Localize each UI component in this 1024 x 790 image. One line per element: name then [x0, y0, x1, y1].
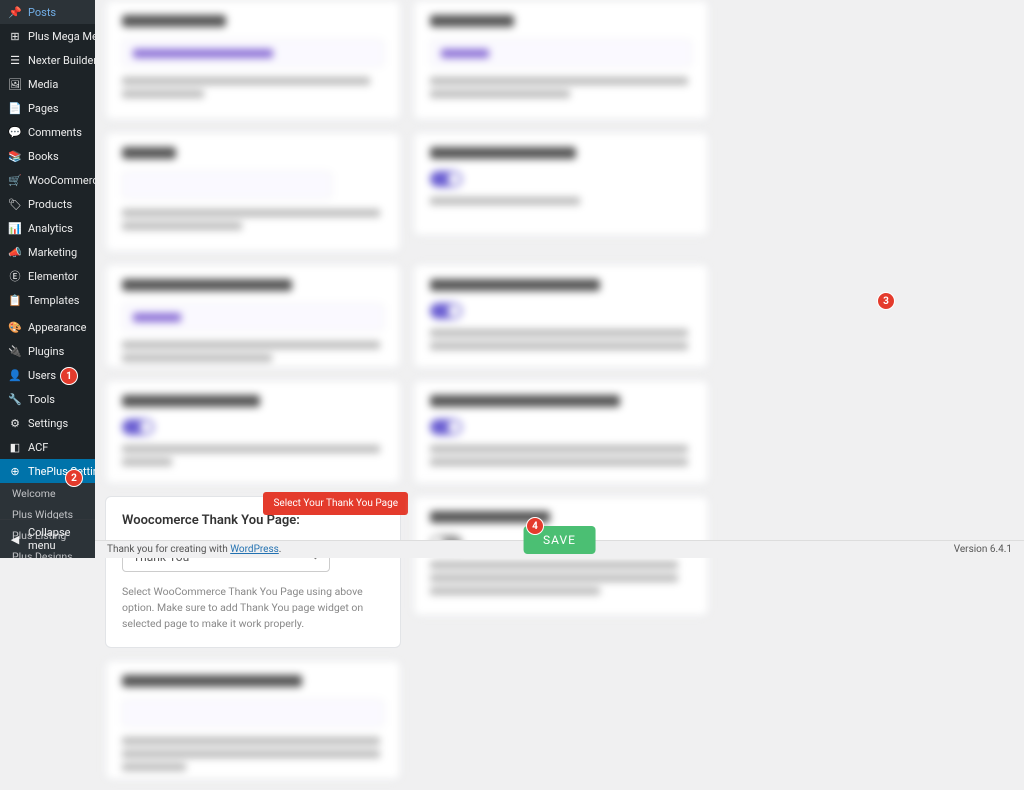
menu-icon: Ⓔ	[8, 269, 22, 283]
submenu-welcome[interactable]: Welcome	[0, 483, 95, 504]
sidebar-item-users[interactable]: 👤 Users	[0, 363, 95, 387]
sidebar-item-label: Tools	[28, 393, 55, 406]
card-help-text: Select WooCommerce Thank You Page using …	[122, 584, 384, 631]
sidebar-item-media[interactable]: 🖼 Media	[0, 72, 95, 96]
collapse-label: Collapse menu	[28, 526, 87, 552]
sidebar-item-label: ACF	[28, 441, 48, 454]
sidebar-item-label: Elementor	[28, 270, 78, 283]
settings-card	[105, 0, 401, 120]
footer-credit: Thank you for creating with WordPress.	[107, 544, 281, 555]
marker-2: 2	[65, 469, 83, 487]
settings-card	[413, 380, 709, 484]
card-title: Woocomerce Thank You Page:	[122, 513, 384, 528]
menu-icon: ☰	[8, 53, 22, 67]
sidebar-item-label: Analytics	[28, 222, 73, 235]
settings-card	[105, 660, 401, 780]
sidebar-item-analytics[interactable]: 📊 Analytics	[0, 216, 95, 240]
sidebar-item-label: Comments	[28, 126, 82, 139]
sidebar-item-label: Users	[28, 369, 56, 382]
sidebar-item-templates[interactable]: 📋 Templates	[0, 288, 95, 312]
tooltip-callout: Select Your Thank You Page	[263, 492, 408, 515]
menu-icon: 👤	[8, 368, 22, 382]
menu-icon: 💬	[8, 125, 22, 139]
sidebar-item-marketing[interactable]: 📣 Marketing	[0, 240, 95, 264]
footer-version: Version 6.4.1	[954, 544, 1012, 555]
sidebar-item-label: Appearance	[28, 321, 87, 334]
menu-icon: 🔌	[8, 344, 22, 358]
settings-card	[413, 264, 709, 368]
wordpress-link[interactable]: WordPress	[230, 544, 279, 555]
menu-icon: 🏷	[8, 197, 22, 211]
sidebar-item-nexter-builder[interactable]: ☰ Nexter Builder	[0, 48, 95, 72]
collapse-menu-button[interactable]: ◀ Collapse menu	[0, 519, 95, 558]
sidebar-item-plugins[interactable]: 🔌 Plugins	[0, 339, 95, 363]
sidebar-item-label: Plus Mega Menu	[28, 30, 95, 43]
sidebar-item-label: Templates	[28, 294, 79, 307]
menu-icon: 🎨	[8, 320, 22, 334]
plus-icon: ⊕	[8, 464, 22, 478]
sidebar-item-acf[interactable]: ◧ ACF	[0, 435, 95, 459]
menu-icon: 🛒	[8, 173, 22, 187]
menu-icon: ◧	[8, 440, 22, 454]
marker-1: 1	[60, 367, 78, 385]
settings-card	[413, 132, 709, 236]
sidebar-item-label: Books	[28, 150, 59, 163]
sidebar-item-appearance[interactable]: 🎨 Appearance	[0, 315, 95, 339]
sidebar-item-label: Settings	[28, 417, 68, 430]
sidebar-item-products[interactable]: 🏷 Products	[0, 192, 95, 216]
menu-icon: 🔧	[8, 392, 22, 406]
sidebar-item-label: Media	[28, 78, 58, 91]
menu-icon: 📋	[8, 293, 22, 307]
woocommerce-thankyou-card: Select Your Thank You Page Woocomerce Th…	[105, 496, 401, 648]
sidebar-item-label: Posts	[28, 6, 56, 19]
menu-icon: 📚	[8, 149, 22, 163]
sidebar-item-label: Plugins	[28, 345, 64, 358]
menu-icon: 📣	[8, 245, 22, 259]
collapse-icon: ◀	[8, 532, 22, 546]
sidebar-item-comments[interactable]: 💬 Comments	[0, 120, 95, 144]
settings-card	[413, 0, 709, 120]
sidebar-item-label: ThePlus Settings	[28, 465, 95, 478]
sidebar-item-woocommerce[interactable]: 🛒 WooCommerce	[0, 168, 95, 192]
main-content: Select Your Thank You Page Woocomerce Th…	[95, 0, 1024, 558]
sidebar-item-label: Marketing	[28, 246, 77, 259]
menu-icon: ⚙	[8, 416, 22, 430]
sidebar-item-label: Products	[28, 198, 72, 211]
sidebar-item-books[interactable]: 📚 Books	[0, 144, 95, 168]
marker-3: 3	[877, 292, 895, 310]
sidebar-item-label: Pages	[28, 102, 59, 115]
menu-icon: 🖼	[8, 77, 22, 91]
menu-icon: 📊	[8, 221, 22, 235]
sidebar-item-plus-mega-menu[interactable]: ⊞ Plus Mega Menu	[0, 24, 95, 48]
menu-icon: ⊞	[8, 29, 22, 43]
sidebar-item-tools[interactable]: 🔧 Tools	[0, 387, 95, 411]
sidebar-item-posts[interactable]: 📌 Posts	[0, 0, 95, 24]
settings-card	[105, 132, 401, 252]
menu-icon: 📌	[8, 5, 22, 19]
sidebar-item-pages[interactable]: 📄 Pages	[0, 96, 95, 120]
settings-card	[105, 380, 401, 484]
settings-card	[105, 264, 401, 368]
sidebar-item-elementor[interactable]: Ⓔ Elementor	[0, 264, 95, 288]
sidebar-item-settings[interactable]: ⚙ Settings	[0, 411, 95, 435]
marker-4: 4	[526, 517, 544, 535]
sidebar-item-label: WooCommerce	[28, 174, 95, 187]
sidebar-item-label: Nexter Builder	[28, 54, 95, 67]
menu-icon: 📄	[8, 101, 22, 115]
